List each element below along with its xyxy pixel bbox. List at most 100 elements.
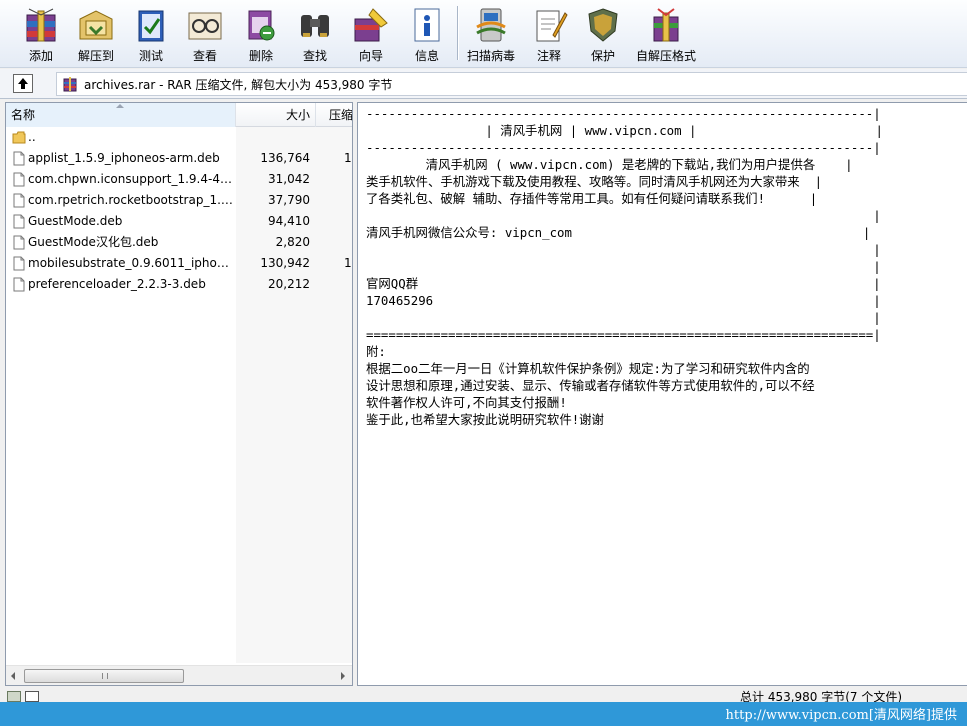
comment-line: 清风手机网微信公众号: vipcn_com |	[366, 225, 871, 240]
add-label: 添加	[28, 49, 53, 63]
delete-button[interactable]: 删除	[238, 2, 284, 64]
wizard-icon	[354, 8, 388, 42]
file-size: 130,942	[260, 256, 310, 270]
file-list-row[interactable]: com.chpwn.iconsupport_1.9.4-4_i... 31,042	[6, 169, 352, 190]
file-name: com.chpwn.iconsupport_1.9.4-4_i...	[28, 172, 234, 186]
sfx-button[interactable]: 自解压格式	[634, 2, 698, 64]
file-size: 136,764	[260, 151, 310, 165]
virus-scan-label: 扫描病毒	[466, 49, 515, 63]
column-header-name-label: 名称	[11, 108, 36, 122]
archive-comment-text: ----------------------------------------…	[366, 105, 883, 428]
sort-ascending-icon	[116, 104, 124, 108]
column-header-size[interactable]: 大小	[236, 103, 316, 127]
add-archive-icon	[26, 8, 56, 42]
watermark-banner: http://www.vipcn.com[清风网络]提供	[0, 702, 967, 726]
address-text: archives.rar - RAR 压缩文件, 解包大小为 453,980 字…	[84, 77, 393, 92]
file-list-row[interactable]: ..	[6, 127, 352, 148]
scrollbar-thumb[interactable]	[24, 669, 184, 683]
up-arrow-icon	[18, 78, 28, 89]
info-button[interactable]: 信息	[404, 2, 450, 64]
scroll-right-icon[interactable]	[341, 672, 345, 680]
view-label: 查看	[192, 49, 217, 63]
scroll-left-icon[interactable]	[11, 672, 15, 680]
file-icon	[13, 193, 25, 208]
file-name: mobilesubstrate_0.9.6011_iphone...	[28, 256, 234, 270]
key-icon[interactable]	[25, 691, 39, 702]
file-icon	[13, 256, 25, 271]
file-list-row[interactable]: com.rpetrich.rocketbootstrap_1.0.... 37,7…	[6, 190, 352, 211]
comment-line: |	[366, 259, 881, 274]
horizontal-scrollbar[interactable]	[6, 665, 352, 685]
virus-scan-button[interactable]: 扫描病毒	[464, 2, 518, 64]
comment-line: |	[366, 208, 881, 223]
comment-line: 170465296 |	[366, 293, 881, 308]
comment-line: 设计思想和原理,通过安装、显示、传输或者存储软件等方式使用软件的,可以不经	[366, 378, 815, 393]
protect-label: 保护	[590, 49, 615, 63]
info-icon	[414, 8, 440, 42]
file-name: applist_1.5.9_iphoneos-arm.deb	[28, 151, 220, 165]
file-name: com.rpetrich.rocketbootstrap_1.0....	[28, 193, 234, 207]
comment-line: 鉴于此,也希望大家按此说明研究软件!谢谢	[366, 412, 604, 427]
file-rows: .. applist_1.5.9_iphoneos-arm.deb 136,764 1…	[6, 127, 352, 295]
test-label: 测试	[138, 49, 163, 63]
wizard-button[interactable]: 向导	[346, 2, 396, 64]
watermark-text: http://www.vipcn.com[清风网络]提供	[725, 708, 957, 723]
file-name: ..	[28, 130, 36, 144]
column-header-name[interactable]: 名称	[6, 103, 236, 127]
folder-icon	[12, 131, 26, 144]
comment-line: |	[366, 310, 881, 325]
sfx-label: 自解压格式	[635, 49, 696, 63]
comment-label: 注释	[536, 49, 561, 63]
file-compressed-size: 1	[344, 256, 352, 270]
info-label: 信息	[414, 49, 439, 63]
delete-icon	[248, 10, 275, 41]
column-header-size-label: 大小	[285, 108, 310, 122]
file-icon	[13, 277, 25, 292]
add-button[interactable]: 添加	[18, 2, 64, 64]
virus-scan-icon	[476, 8, 506, 42]
test-button[interactable]: 测试	[128, 2, 174, 64]
protect-icon	[588, 8, 618, 42]
view-icon	[188, 12, 222, 40]
find-label: 查找	[302, 49, 327, 63]
comment-line: | 清风手机网 | www.vipcn.com | |	[366, 123, 884, 138]
file-list-row[interactable]: GuestMode汉化包.deb 2,820	[6, 232, 352, 253]
file-list-row[interactable]: mobilesubstrate_0.9.6011_iphone... 130,94…	[6, 253, 352, 274]
view-button[interactable]: 查看	[182, 2, 228, 64]
address-field[interactable]: archives.rar - RAR 压缩文件, 解包大小为 453,980 字…	[56, 72, 967, 96]
file-list-header: 名称 大小 压缩	[6, 103, 352, 127]
file-size: 94,410	[268, 214, 310, 228]
file-icon	[13, 172, 25, 187]
protect-button[interactable]: 保护	[580, 2, 626, 64]
scrollbar-grip-icon	[102, 673, 108, 679]
file-size: 20,212	[268, 277, 310, 291]
drive-icon[interactable]	[7, 691, 21, 702]
file-list-row[interactable]: GuestMode.deb 94,410	[6, 211, 352, 232]
file-icon	[13, 235, 25, 250]
file-list-row[interactable]: applist_1.5.9_iphoneos-arm.deb 136,764 1	[6, 148, 352, 169]
archive-comment-panel: ----------------------------------------…	[357, 102, 967, 686]
comment-line: 类手机软件、手机游戏下载及使用教程、攻略等。同时清风手机网还为大家带来 |	[366, 174, 823, 189]
file-compressed-size: 1	[344, 151, 352, 165]
comment-line: ----------------------------------------…	[366, 140, 881, 155]
file-list-panel: 名称 大小 压缩 .. applist_1.5.9_iphoneos-arm.de…	[5, 102, 353, 686]
find-icon	[301, 15, 329, 37]
column-header-compressed[interactable]: 压缩	[316, 103, 352, 127]
file-name: GuestMode.deb	[28, 214, 123, 228]
extract-to-label: 解压到	[77, 49, 114, 63]
file-size: 31,042	[268, 172, 310, 186]
address-bar: archives.rar - RAR 压缩文件, 解包大小为 453,980 字…	[0, 69, 967, 99]
up-folder-button[interactable]	[13, 74, 33, 93]
comment-line: 了各类礼包、破解 辅助、存插件等常用工具。如有任何疑问请联系我们! |	[366, 191, 818, 206]
file-icon	[13, 151, 25, 166]
find-button[interactable]: 查找	[292, 2, 338, 64]
comment-button[interactable]: 注释	[526, 2, 572, 64]
comment-line: 附:	[366, 344, 386, 359]
delete-label: 删除	[248, 49, 273, 63]
extract-to-button[interactable]: 解压到	[72, 2, 120, 64]
toolbar-separator	[457, 6, 459, 60]
comment-line: 软件著作权人许可,不向其支付报酬!	[366, 395, 567, 410]
toolbar: 添加 解压到 测试 查看 删除 查找 向导 信息 扫描病毒 注释 保护 自解压格…	[0, 0, 967, 68]
sfx-icon	[653, 8, 679, 42]
file-list-row[interactable]: preferenceloader_2.2.3-3.deb 20,212	[6, 274, 352, 295]
